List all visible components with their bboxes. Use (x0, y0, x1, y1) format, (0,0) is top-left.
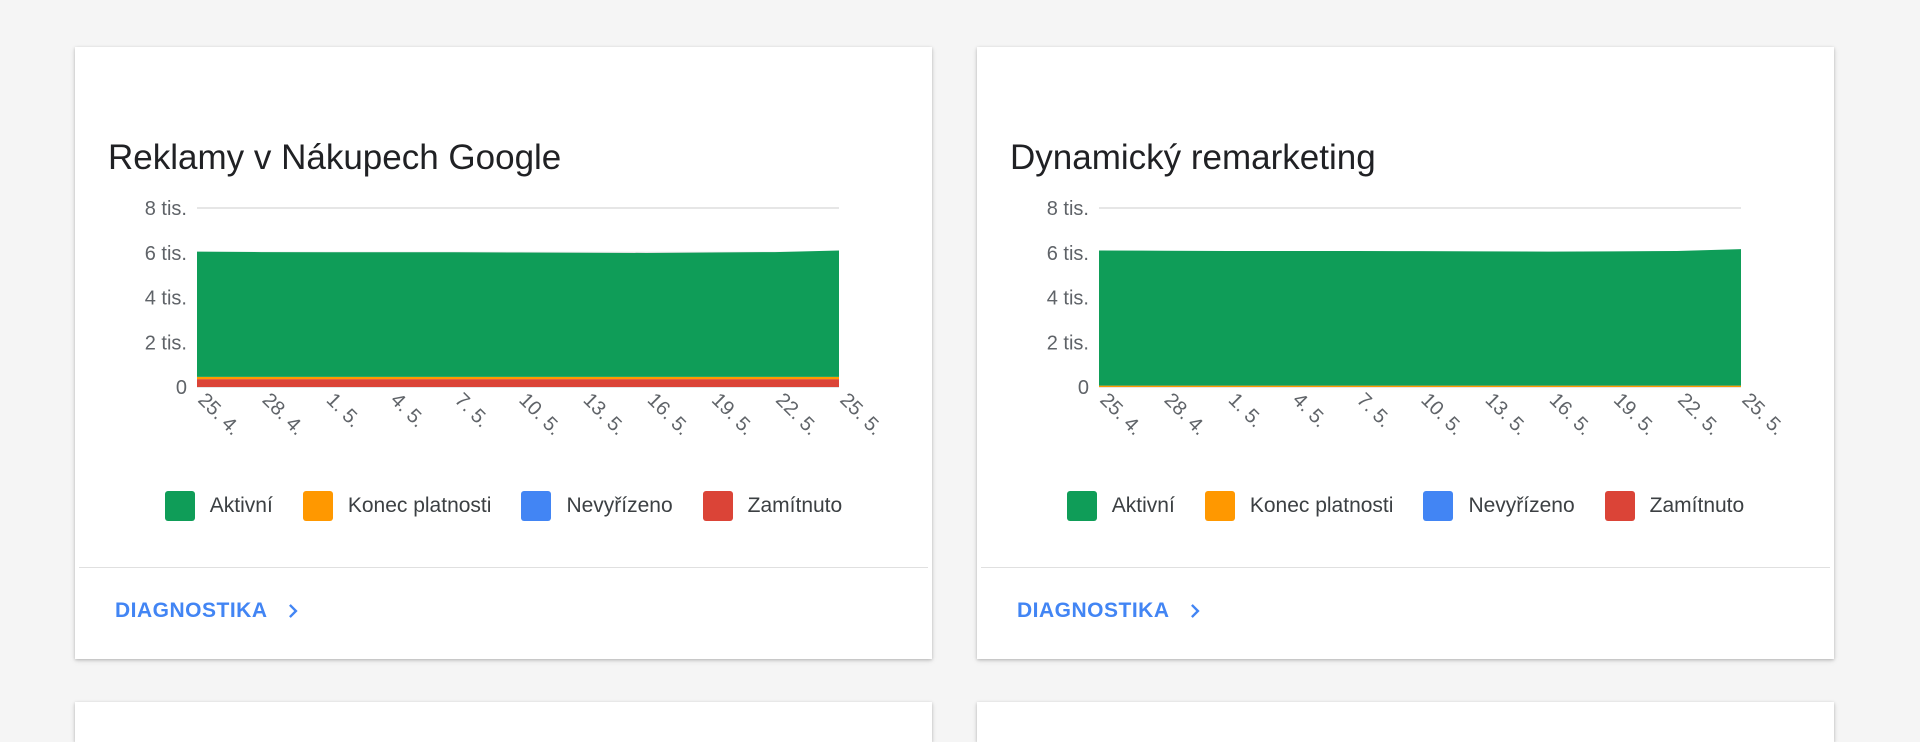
x-tick-label: 28. 4. (1160, 389, 1211, 440)
y-tick-label: 4 tis. (145, 288, 187, 310)
series-area-konec-platnosti (1099, 385, 1741, 387)
diagnostics-link[interactable]: DIAGNOSTIKA (1017, 599, 1206, 623)
legend-swatch (1423, 491, 1454, 521)
card-divider (981, 567, 1830, 568)
x-tick-label: 4. 5. (386, 389, 429, 432)
x-tick-label: 1. 5. (1224, 389, 1267, 432)
x-tick-label: 16. 5. (643, 389, 694, 440)
x-tick-label: 10. 5. (1416, 389, 1467, 440)
legend-swatch (702, 491, 733, 521)
x-tick-label: 7. 5. (1352, 389, 1395, 432)
card-dynamic-remarketing: Dynamický remarketing 02 tis. 4 tis. 8 tis… (977, 47, 1834, 659)
legend-label: Aktivní (1111, 494, 1175, 517)
legend-swatch (302, 491, 333, 521)
legend-label: Nevyřízeno (566, 494, 673, 517)
x-tick-label: 19. 5. (707, 389, 758, 440)
y-tick-label: 4 tis. (1047, 288, 1089, 310)
y-tick-label: 2 tis. (1047, 332, 1089, 354)
legend-swatch (164, 491, 195, 521)
y-tick-label: 2 tis. (145, 332, 187, 354)
card-shopping-ads: Reklamy v Nákupech Google 02 tis. 4 tis. 8… (75, 47, 932, 659)
y-tick-label: 8 tis. (145, 198, 187, 220)
chart-legend: Aktivní Konec platnosti Nevyřízeno Zamít… (75, 491, 932, 521)
x-tick-label: 25. 4. (1095, 389, 1146, 440)
card-next-row-left (75, 702, 932, 742)
diagnostics-link[interactable]: DIAGNOSTIKA (115, 599, 304, 623)
x-tick-label: 22. 5. (771, 389, 822, 440)
x-tick-label: 16. 5. (1545, 389, 1596, 440)
card-next-row-right (977, 702, 1834, 742)
card-divider (79, 567, 928, 568)
y-tick-label: 0 (1078, 377, 1089, 399)
series-area-konec-platnosti (197, 376, 839, 380)
y-tick-label: 6 tis. (1047, 243, 1089, 265)
y-tick-label: 6 tis. (145, 243, 187, 265)
legend-label: Konec platnosti (1249, 494, 1394, 517)
chevron-right-icon (288, 604, 298, 618)
legend-item-konec-platnosti[interactable]: Konec platnosti (1204, 491, 1394, 521)
x-tick-label: 22. 5. (1673, 389, 1724, 440)
series-area-aktivní (1099, 249, 1741, 386)
legend-label: Konec platnosti (347, 494, 492, 517)
series-area-aktivní (197, 250, 839, 377)
legend-item-nevyrizeno[interactable]: Nevyřízeno (521, 491, 673, 521)
legend-swatch (1604, 491, 1635, 521)
x-tick-label: 10. 5. (514, 389, 565, 440)
x-tick-label: 25. 5. (835, 389, 886, 440)
series-area-zamítnuto (197, 379, 839, 387)
y-tick-label: 0 (176, 377, 187, 399)
x-tick-label: 4. 5. (1288, 389, 1331, 432)
x-tick-label: 19. 5. (1609, 389, 1660, 440)
legend-label: Nevyřízeno (1468, 494, 1575, 517)
legend-item-zamitnuto[interactable]: Zamítnuto (702, 491, 843, 521)
legend-item-zamitnuto[interactable]: Zamítnuto (1604, 491, 1745, 521)
legend-item-aktivni[interactable]: Aktivní (164, 491, 273, 521)
chart-legend: Aktivní Konec platnosti Nevyřízeno Zamít… (977, 491, 1834, 521)
x-tick-label: 1. 5. (322, 389, 365, 432)
chevron-right-icon (1190, 604, 1200, 618)
x-tick-label: 7. 5. (450, 389, 493, 432)
x-tick-label: 28. 4. (258, 389, 309, 440)
x-tick-label: 25. 4. (193, 389, 244, 440)
diagnostics-link-label: DIAGNOSTIKA (115, 599, 268, 622)
legend-label: Zamítnuto (747, 494, 843, 517)
legend-swatch (1204, 491, 1235, 521)
x-tick-label: 13. 5. (1481, 389, 1532, 440)
legend-label: Zamítnuto (1649, 494, 1745, 517)
legend-swatch (521, 491, 552, 521)
diagnostics-link-label: DIAGNOSTIKA (1017, 599, 1170, 622)
legend-label: Aktivní (209, 494, 273, 517)
x-tick-label: 13. 5. (579, 389, 630, 440)
legend-swatch (1066, 491, 1097, 521)
legend-item-konec-platnosti[interactable]: Konec platnosti (302, 491, 492, 521)
x-tick-label: 25. 5. (1737, 389, 1788, 440)
y-tick-label: 8 tis. (1047, 198, 1089, 220)
legend-item-nevyrizeno[interactable]: Nevyřízeno (1423, 491, 1575, 521)
legend-item-aktivni[interactable]: Aktivní (1066, 491, 1175, 521)
